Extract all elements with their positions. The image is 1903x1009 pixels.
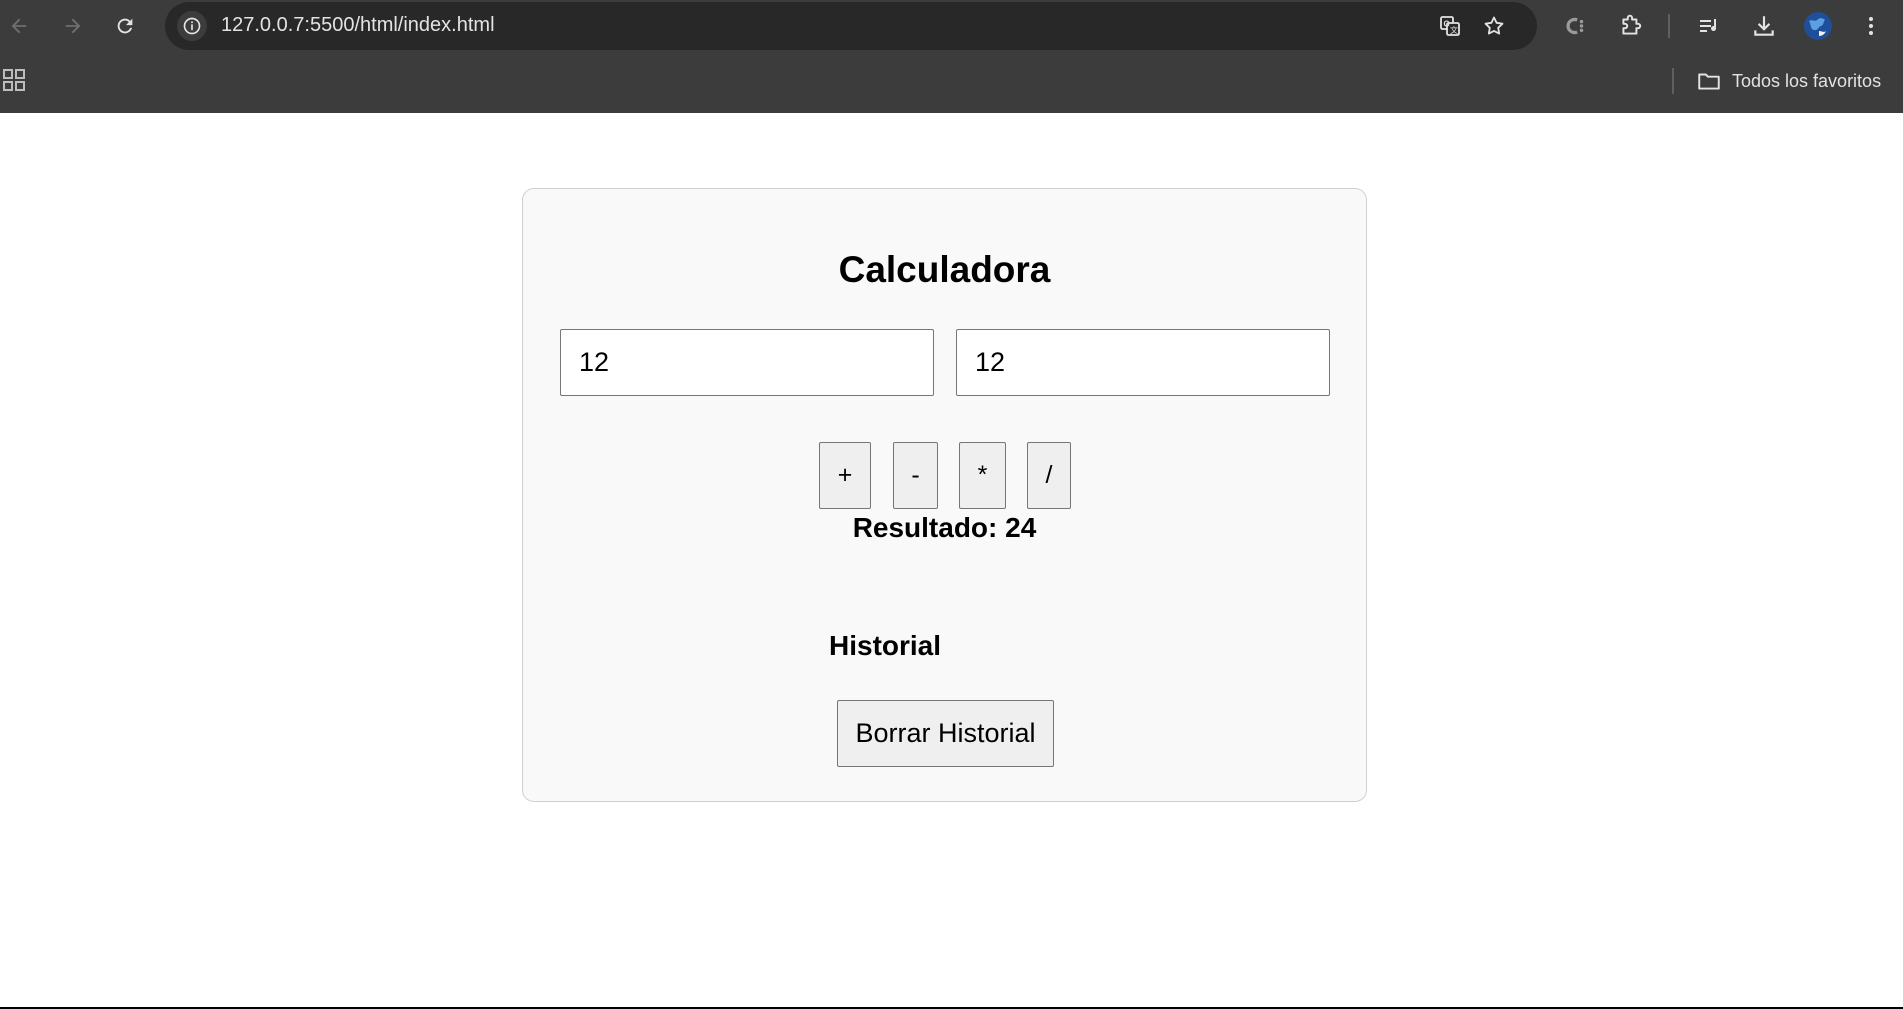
- toolbar: 127.0.0.7:5500/html/index.html G 文: [0, 0, 1903, 52]
- back-button[interactable]: [1, 8, 37, 44]
- svg-text:文: 文: [1450, 25, 1458, 35]
- kebab-menu-icon[interactable]: [1853, 8, 1889, 44]
- extension-icon[interactable]: [1557, 8, 1593, 44]
- avatar-icon[interactable]: [1800, 8, 1836, 44]
- address-bar[interactable]: 127.0.0.7:5500/html/index.html G 文: [165, 2, 1537, 50]
- download-icon[interactable]: [1746, 8, 1782, 44]
- arrow-left-icon: [11, 18, 27, 34]
- all-bookmarks-folder[interactable]: Todos los favoritos: [1696, 66, 1881, 96]
- bookmarks-bar: Todos los favoritos: [0, 60, 1903, 100]
- subtract-button[interactable]: -: [893, 442, 938, 509]
- multiply-button[interactable]: *: [959, 442, 1006, 509]
- forward-button[interactable]: [55, 8, 91, 44]
- folder-icon: [1698, 73, 1720, 90]
- svg-text:G: G: [1444, 20, 1450, 29]
- add-button[interactable]: +: [819, 442, 871, 509]
- result-text: Resultado: 24: [852, 512, 1037, 543]
- star-icon[interactable]: [1479, 11, 1509, 41]
- divide-button[interactable]: /: [1027, 442, 1071, 509]
- calculator-title: Calculadora: [838, 249, 1051, 290]
- all-bookmarks-label: Todos los favoritos: [1732, 70, 1882, 91]
- reading-list-icon[interactable]: [1691, 8, 1727, 44]
- toolbar-separator: [1668, 14, 1670, 38]
- arrow-right-icon: [65, 18, 81, 34]
- reload-icon: [117, 18, 133, 34]
- puzzle-icon[interactable]: [1613, 8, 1649, 44]
- reload-button[interactable]: [107, 8, 143, 44]
- url-text[interactable]: 127.0.0.7:5500/html/index.html: [221, 14, 495, 37]
- bookmarks-separator: [1672, 68, 1674, 94]
- info-icon[interactable]: [177, 11, 207, 41]
- first-number-input[interactable]: [560, 329, 934, 396]
- browser-chrome: 127.0.0.7:5500/html/index.html G 文 Todos…: [0, 0, 1903, 113]
- clear-history-button[interactable]: Borrar Historial: [837, 700, 1054, 767]
- calculator-card: Calculadora + - * / Resultado: 24 Histor…: [522, 188, 1367, 802]
- history-heading: Historial: [829, 630, 942, 661]
- translate-icon[interactable]: G 文: [1435, 11, 1465, 41]
- second-number-input[interactable]: [956, 329, 1330, 396]
- apps-grid-icon[interactable]: [2, 68, 28, 94]
- page-viewport: Calculadora + - * / Resultado: 24 Histor…: [0, 113, 1903, 1007]
